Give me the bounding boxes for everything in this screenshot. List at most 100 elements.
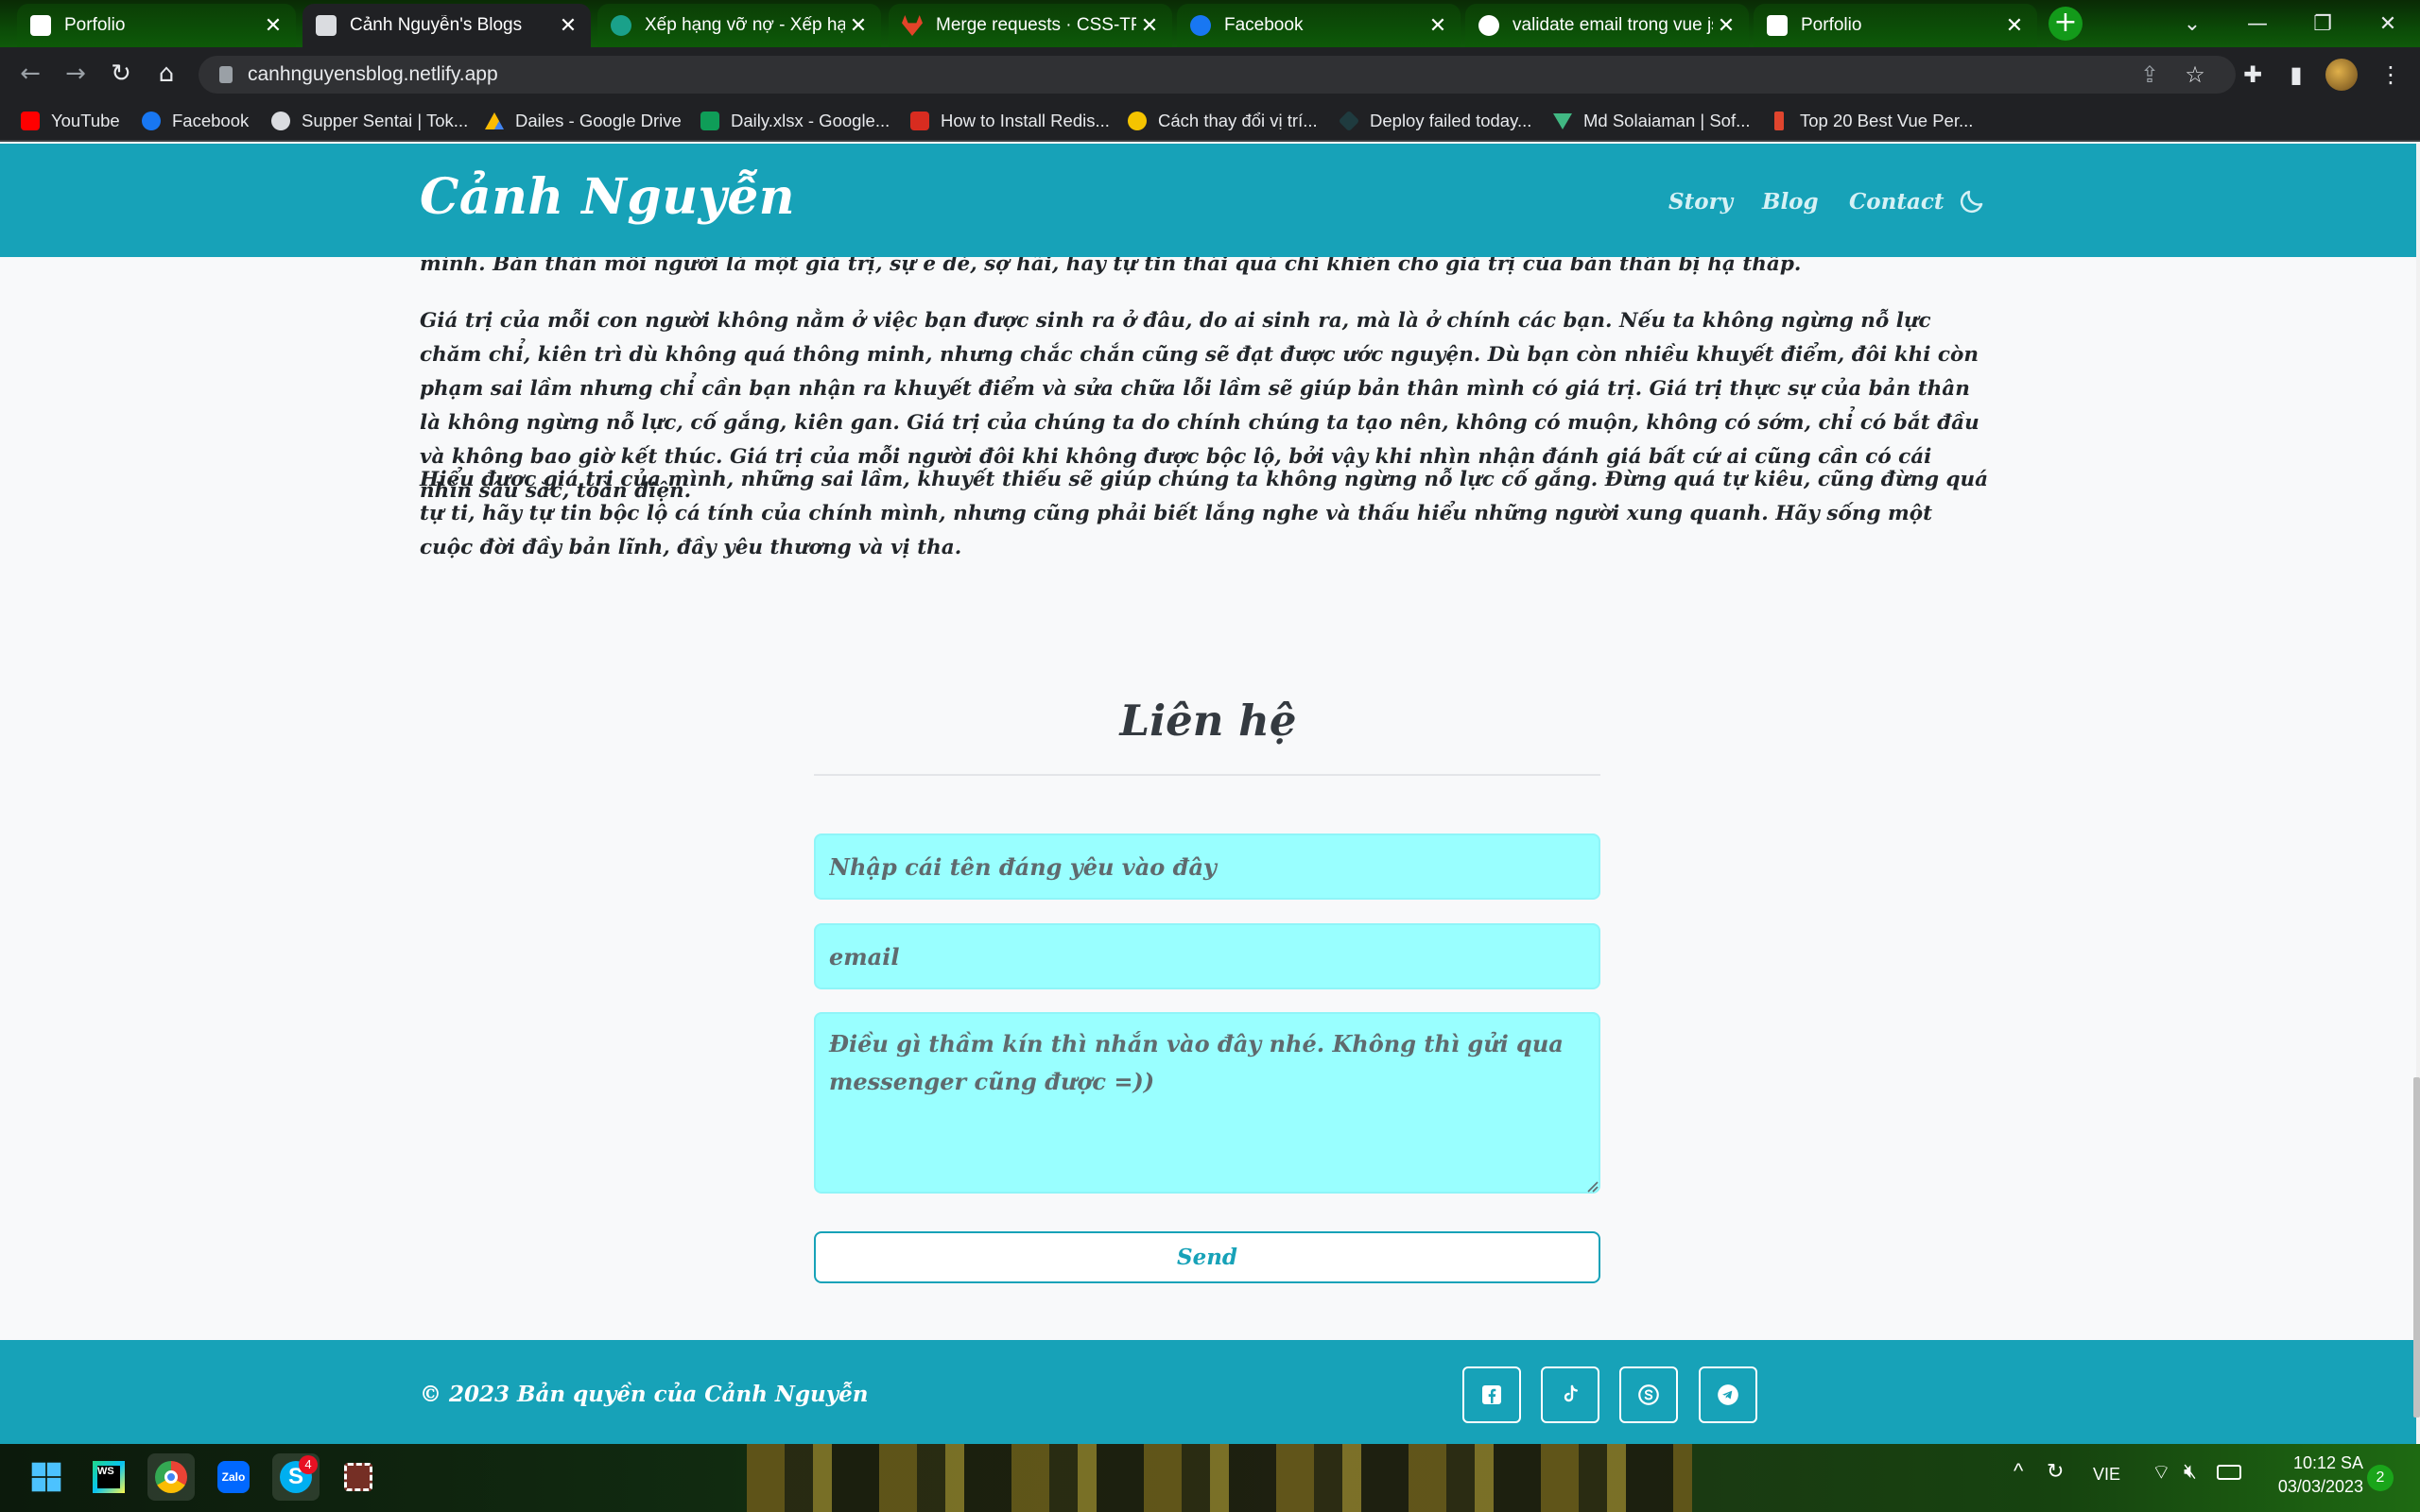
- bookmark-vue-performance[interactable]: Top 20 Best Vue Per...: [1770, 109, 1973, 133]
- youtube-icon: [21, 112, 40, 130]
- skype-icon: [1638, 1384, 1659, 1405]
- dark-mode-moon-icon[interactable]: [1958, 187, 1986, 215]
- battery-icon[interactable]: [2217, 1465, 2241, 1480]
- bookmark-facebook[interactable]: Facebook: [142, 109, 249, 133]
- facebook-icon: [142, 112, 161, 130]
- url-text: canhnguyensblog.netlify.app: [248, 63, 498, 85]
- netlify-icon: [1338, 110, 1360, 132]
- more-menu-icon[interactable]: ⋮: [2373, 57, 2409, 93]
- facebook-social-button[interactable]: [1462, 1366, 1521, 1423]
- nav-link-blog[interactable]: Blog: [1762, 189, 1819, 215]
- windows-start-icon[interactable]: [23, 1453, 70, 1501]
- skype-social-button[interactable]: [1619, 1366, 1678, 1423]
- speaker-muted-icon[interactable]: 🔇︎: [2184, 1459, 2197, 1484]
- tab-portfolio-1[interactable]: Porfolio ✕: [17, 4, 296, 47]
- new-tab-button[interactable]: +: [2048, 7, 2083, 41]
- share-icon[interactable]: ⇪: [2132, 57, 2168, 93]
- close-window-icon[interactable]: ✕: [2355, 0, 2420, 47]
- skype-app-icon[interactable]: S 4: [272, 1453, 320, 1501]
- zalo-icon[interactable]: Zalo: [210, 1453, 257, 1501]
- contact-section-title: Liên hệ: [1119, 696, 1297, 746]
- nav-link-contact[interactable]: Contact: [1849, 189, 1945, 215]
- close-tab-icon[interactable]: ✕: [555, 13, 581, 38]
- wallpaper-figure: [747, 1444, 1692, 1512]
- message-textarea[interactable]: [814, 1012, 1600, 1194]
- tab-facebook[interactable]: Facebook ✕: [1177, 4, 1461, 47]
- profile-avatar[interactable]: [2325, 59, 2358, 91]
- minimize-icon[interactable]: —: [2224, 0, 2290, 47]
- email-input[interactable]: [814, 923, 1600, 989]
- lock-icon: [219, 66, 233, 83]
- bookmark-google-drive[interactable]: Dailes - Google Drive: [485, 109, 682, 133]
- tab-blog-active[interactable]: Cảnh Nguyễn's Blogs ✕: [302, 4, 591, 47]
- tray-chevron-up-icon[interactable]: ^: [2014, 1459, 2023, 1484]
- blog-favicon-icon: [316, 15, 337, 36]
- bookmark-youtube[interactable]: YouTube: [21, 109, 120, 133]
- restore-icon[interactable]: ❐: [2290, 0, 2356, 47]
- tab-search-chevron-icon[interactable]: ⌄: [2159, 0, 2225, 47]
- tab-portfolio-2[interactable]: Porfolio ✕: [1754, 4, 2037, 47]
- sync-icon[interactable]: ↻: [2047, 1459, 2064, 1484]
- clock-time: 10:12 SA: [2292, 1453, 2363, 1472]
- tab-google-search[interactable]: validate email trong vue js ✕: [1465, 4, 1749, 47]
- tiktok-icon: [1564, 1384, 1578, 1402]
- tab-title: Cảnh Nguyễn's Blogs: [350, 15, 523, 35]
- tab-title: Porfolio: [1801, 15, 1862, 35]
- chrome-icon[interactable]: [147, 1453, 195, 1501]
- forward-arrow-icon[interactable]: →: [59, 57, 93, 91]
- vuetify-icon: [1553, 113, 1572, 129]
- tab-merge-requests[interactable]: Merge requests · CSS-TPB ✕: [889, 4, 1172, 47]
- close-tab-icon[interactable]: ✕: [2001, 13, 2028, 38]
- copyright-text: © 2023 Bản quyền của Cảnh Nguyễn: [420, 1382, 869, 1407]
- notification-count-badge[interactable]: 2: [2367, 1465, 2394, 1491]
- reload-icon[interactable]: ↻: [104, 57, 138, 91]
- textarea-resize-grip-icon[interactable]: [1585, 1179, 1599, 1193]
- bookmark-star-icon[interactable]: ☆: [2177, 57, 2213, 93]
- j-icon: [1774, 112, 1784, 130]
- name-input[interactable]: [814, 833, 1600, 900]
- tab-title: Porfolio: [64, 15, 126, 35]
- snipping-tool-icon[interactable]: [335, 1453, 382, 1501]
- webstorm-icon[interactable]: WS: [85, 1453, 132, 1501]
- site-brand[interactable]: Cảnh Nguyễn: [420, 168, 795, 226]
- bookmark-supper-sentai[interactable]: Supper Sentai | Tok...: [271, 109, 468, 133]
- language-indicator[interactable]: VIE: [2093, 1465, 2120, 1485]
- nav-link-story[interactable]: Story: [1668, 189, 1733, 215]
- system-clock[interactable]: 10:12 SA 03/03/2023: [2250, 1452, 2363, 1499]
- xephang-favicon-icon: [611, 15, 631, 36]
- send-button[interactable]: Send: [814, 1231, 1600, 1283]
- site-footer: [0, 1340, 2416, 1444]
- tab-title: Merge requests · CSS-TPB: [936, 15, 1136, 35]
- telegram-social-button[interactable]: [1699, 1366, 1757, 1423]
- side-panel-icon[interactable]: ▮: [2278, 57, 2314, 93]
- wifi-icon[interactable]: ⌔: [2152, 1459, 2171, 1486]
- yellow-circle-icon: [1128, 112, 1147, 130]
- address-bar[interactable]: canhnguyensblog.netlify.app: [199, 56, 2236, 94]
- facebook-favicon-icon: [1190, 15, 1211, 36]
- home-icon[interactable]: ⌂: [149, 57, 183, 91]
- back-arrow-icon[interactable]: ←: [13, 57, 47, 91]
- tab-title: Facebook: [1224, 15, 1304, 35]
- page-scrollbar-thumb[interactable]: [2413, 1077, 2420, 1418]
- tab-title: validate email trong vue js: [1512, 15, 1713, 35]
- close-tab-icon[interactable]: ✕: [845, 13, 872, 38]
- tab-title: Xếp hạng vỡ nợ - Xếp hạng: [645, 15, 845, 35]
- bookmark-daily-xlsx[interactable]: Daily.xlsx - Google...: [700, 109, 890, 133]
- bookmark-cach-thay-doi[interactable]: Cách thay đổi vị trí...: [1128, 109, 1318, 133]
- contact-divider: [814, 774, 1600, 776]
- bookmark-redis[interactable]: How to Install Redis...: [910, 109, 1110, 133]
- story-paragraph: Hiểu được giá trị của mình, những sai lầ…: [420, 468, 1989, 559]
- close-tab-icon[interactable]: ✕: [1713, 13, 1739, 38]
- portfolio-favicon-icon: [30, 15, 51, 36]
- google-sheets-icon: [700, 112, 719, 130]
- close-tab-icon[interactable]: ✕: [260, 13, 286, 38]
- close-tab-icon[interactable]: ✕: [1425, 13, 1451, 38]
- google-favicon-icon: [1478, 15, 1499, 36]
- bookmark-md-solaiaman[interactable]: Md Solaiaman | Sof...: [1553, 109, 1751, 133]
- tab-xep-hang[interactable]: Xếp hạng vỡ nợ - Xếp hạng ✕: [597, 4, 881, 47]
- tiktok-social-button[interactable]: [1541, 1366, 1599, 1423]
- close-tab-icon[interactable]: ✕: [1136, 13, 1163, 38]
- redis-icon: [910, 112, 929, 130]
- extensions-puzzle-icon[interactable]: ✚: [2235, 57, 2271, 93]
- bookmark-deploy-failed[interactable]: Deploy failed today...: [1338, 109, 1531, 133]
